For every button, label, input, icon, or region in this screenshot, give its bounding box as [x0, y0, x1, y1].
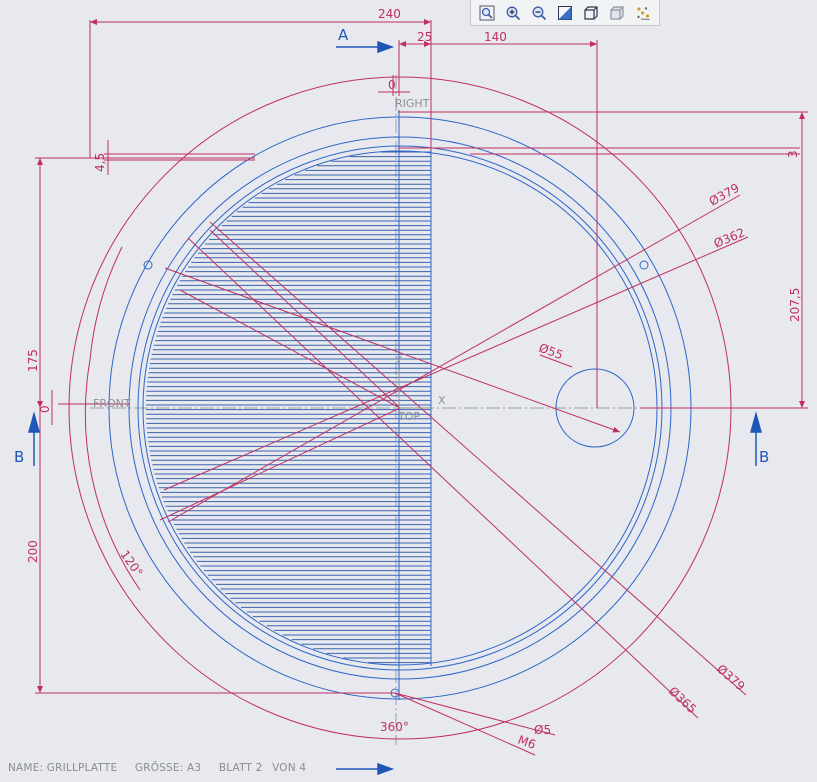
leader-dia365: [187, 237, 699, 719]
wireframe-box-icon: [584, 5, 598, 20]
datum-front-label: FRONT: [93, 397, 131, 410]
angle-ray-3: [209, 229, 401, 409]
angle-360-text: 360°: [380, 720, 409, 734]
dim-dia365-text: Ø365: [666, 684, 699, 716]
drawing-size: GRÖSSE: A3: [134, 762, 202, 774]
section-b-right-arrowhead: [750, 411, 762, 433]
drawing-canvas[interactable]: A B B RIGHT FRONT Y X TOP 240 25 140 0 4…: [0, 0, 817, 778]
arc-120-ext: [89, 246, 123, 361]
angle-120-text: 120°: [118, 548, 146, 580]
dim-0-left-text: 0: [38, 405, 52, 413]
sheet-count: VON 4: [272, 762, 307, 774]
section-b-left-arrowhead: [28, 411, 40, 433]
section-b-left-label: B: [14, 448, 24, 466]
section-a-label: A: [338, 26, 349, 44]
zoom-out-icon: [532, 6, 547, 20]
dim-140-text: 140: [484, 30, 507, 44]
dim-0-top-text: 0: [388, 78, 396, 92]
sheet-statusbar: NAME: GRILLPLATTE GRÖSSE: A3 BLATT 2 VON…: [8, 762, 320, 776]
axis-y-label: Y: [394, 354, 402, 367]
sheet-number: BLATT 2: [218, 762, 263, 774]
technical-drawing: A B B RIGHT FRONT Y X TOP 240 25 140 0 4…: [14, 7, 808, 776]
shaded-view-button[interactable]: [553, 1, 577, 25]
section-a-bottom-arrowhead: [377, 762, 395, 776]
dimension-lines: [35, 19, 808, 756]
section-a-arrowhead: [377, 40, 395, 54]
dim-4-5-text: 4,5: [93, 153, 107, 172]
dim-3-text: 3: [786, 150, 800, 158]
dim-dia5-text: Ø5: [534, 723, 551, 737]
wireframe-box-button[interactable]: [579, 1, 603, 25]
axis-x-label: X: [438, 394, 446, 407]
dim-207-5-text: 207,5: [788, 288, 802, 322]
dim-240-text: 240: [378, 7, 401, 21]
settings-sparkle-icon: [637, 6, 650, 20]
grill-slots-hatch: [146, 151, 431, 664]
hidden-line-box-icon: [610, 5, 624, 20]
datum-right-label: RIGHT: [395, 97, 430, 110]
datum-top-label: TOP: [397, 410, 420, 423]
zoom-in-icon: [506, 6, 521, 20]
drawing-name: NAME: GRILLPLATTE: [8, 762, 118, 774]
section-b-right-label: B: [759, 448, 769, 466]
shaded-view-icon: [558, 5, 572, 20]
angle-ray-2: [159, 407, 401, 521]
dim-25-text: 25: [417, 30, 432, 44]
zoom-in-button[interactable]: [501, 1, 525, 25]
dim-dia379-bottom-text: Ø379: [714, 662, 748, 694]
zoom-out-button[interactable]: [527, 1, 551, 25]
zoom-fit-button[interactable]: [475, 1, 499, 25]
angle-ray-1: [179, 289, 401, 409]
mount-hole-right: [639, 260, 649, 270]
dim-200-text: 200: [26, 540, 40, 563]
hidden-line-box-button[interactable]: [605, 1, 629, 25]
zoom-fit-icon: [479, 5, 495, 20]
dim-175-text: 175: [26, 349, 40, 372]
view-toolbar: [470, 0, 660, 26]
settings-sparkle-button[interactable]: [631, 1, 655, 25]
dim-dia362-text: Ø362: [712, 225, 747, 251]
leader-dia379-bottom: [209, 221, 747, 696]
